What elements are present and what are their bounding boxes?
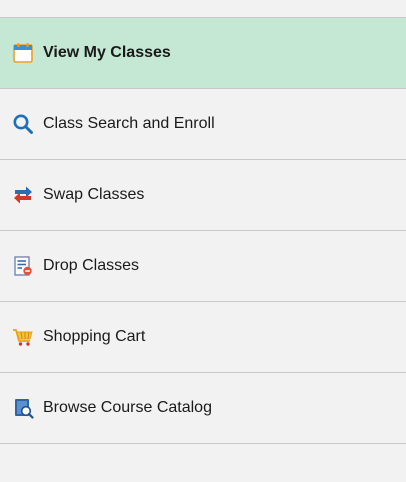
sidebar-item-swap-classes[interactable]: Swap Classes [0, 160, 406, 231]
sidebar-item-class-search-and-enroll[interactable]: Class Search and Enroll [0, 89, 406, 160]
shopping-cart-icon [12, 326, 34, 348]
catalog-book-icon [12, 397, 34, 419]
sidebar-item-view-my-classes[interactable]: View My Classes [0, 18, 406, 89]
calendar-icon [12, 42, 34, 64]
sidebar-nav: View My Classes Class Search and Enroll … [0, 17, 406, 444]
drop-document-icon [12, 255, 34, 277]
sidebar-item-label: Class Search and Enroll [43, 115, 215, 132]
search-icon [12, 113, 34, 135]
swap-arrows-icon [12, 184, 34, 206]
sidebar-item-browse-course-catalog[interactable]: Browse Course Catalog [0, 373, 406, 444]
sidebar-item-shopping-cart[interactable]: Shopping Cart [0, 302, 406, 373]
sidebar-item-label: Shopping Cart [43, 328, 146, 345]
sidebar-item-label: View My Classes [43, 44, 171, 61]
sidebar-item-label: Swap Classes [43, 186, 145, 203]
sidebar-item-drop-classes[interactable]: Drop Classes [0, 231, 406, 302]
sidebar-item-label: Drop Classes [43, 257, 140, 274]
sidebar-item-label: Browse Course Catalog [43, 399, 212, 416]
